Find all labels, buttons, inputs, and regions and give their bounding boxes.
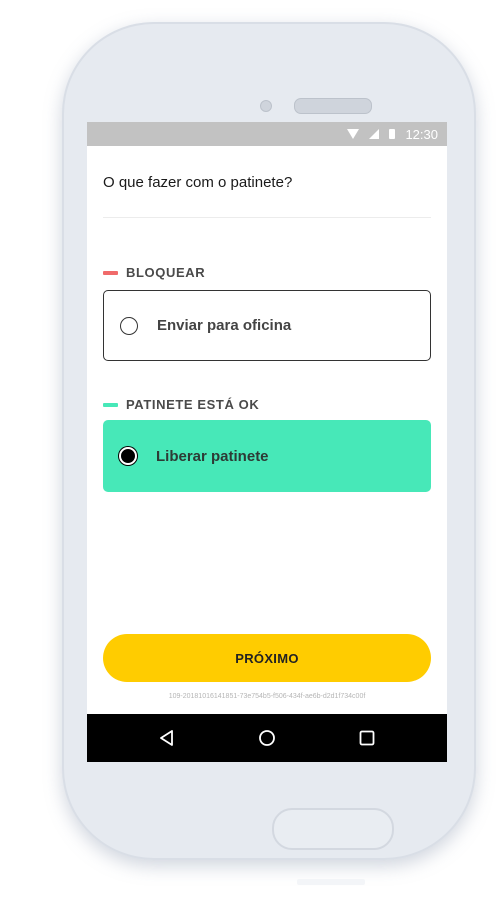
hardware-home-button[interactable] [272,808,394,850]
wifi-icon [347,129,360,139]
app-screen: 12:30 O que fazer com o patinete? BLOQUE… [87,122,447,762]
status-time: 12:30 [405,126,438,142]
section-label-block: BLOQUEAR [103,265,205,280]
signal-icon [369,129,380,139]
option-send-to-workshop[interactable]: Enviar para oficina [103,290,431,361]
front-camera [260,100,272,112]
ok-accent-dash [103,402,118,407]
radio-unselected-icon[interactable] [120,316,138,335]
android-nav-bar [87,714,447,762]
build-id: 109-20181016141851-73e754b5-f506-434f-ae… [168,693,366,700]
earpiece-speaker [294,98,372,114]
back-icon[interactable] [155,726,179,750]
title-divider [103,217,431,218]
page-title: O que fazer com o patinete? [103,174,293,191]
status-bar: 12:30 [87,122,447,146]
section-label-text: BLOQUEAR [126,265,206,280]
bottom-nub [297,879,365,885]
section-label-ok: PATINETE ESTÁ OK [103,397,259,412]
radio-selected-icon[interactable] [119,447,137,465]
next-button[interactable]: PRÓXIMO [103,634,431,682]
home-icon[interactable] [255,726,279,750]
section-label-text: PATINETE ESTÁ OK [126,397,260,412]
battery-icon [389,129,396,139]
option-label: Enviar para oficina [157,317,292,334]
option-release-scooter[interactable]: Liberar patinete [103,420,431,492]
block-accent-dash [103,270,118,275]
option-label: Liberar patinete [156,447,269,465]
recents-icon[interactable] [355,726,379,750]
